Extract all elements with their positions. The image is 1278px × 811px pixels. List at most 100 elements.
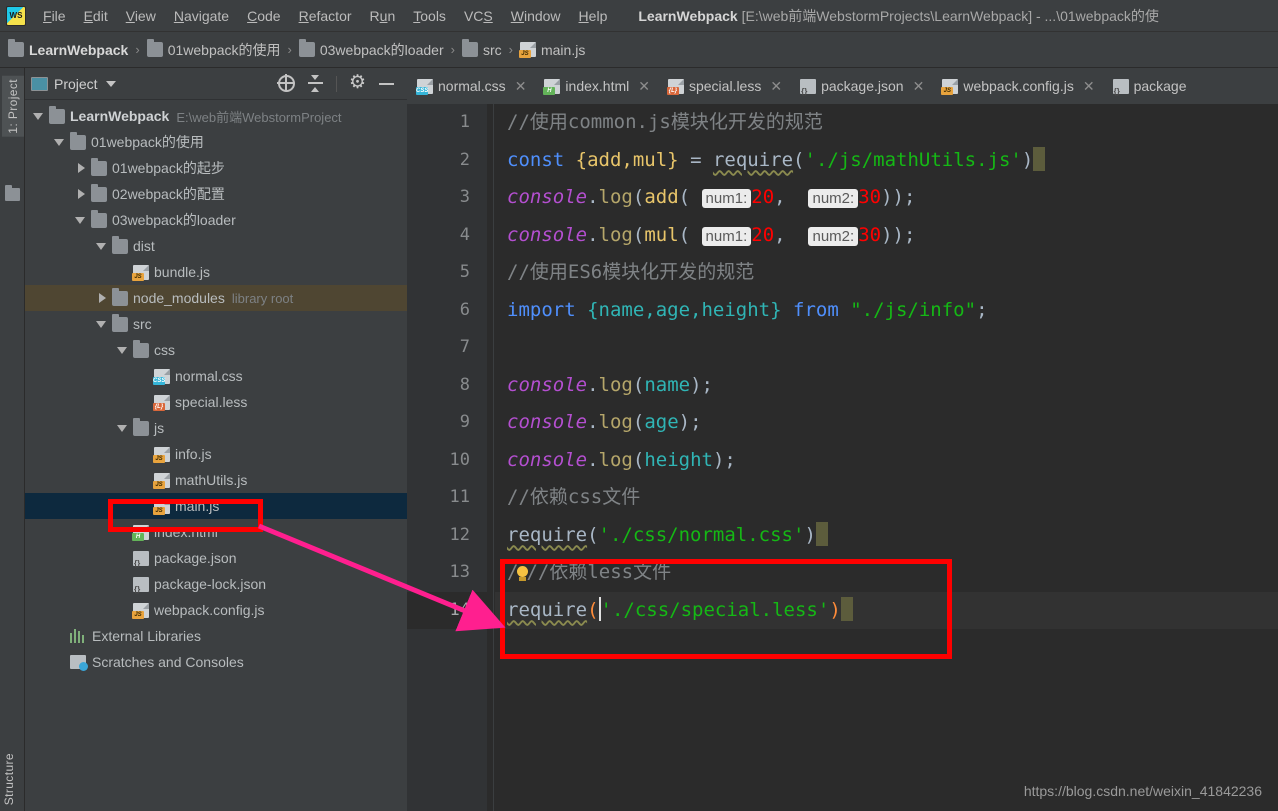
arg-value-20: 20: [751, 223, 775, 246]
breadcrumb-item-src[interactable]: src: [461, 39, 502, 58]
code-line-5[interactable]: //使用ES6模块化开发的规范: [495, 254, 1278, 292]
tree-item-css[interactable]: css: [25, 337, 407, 363]
arg-value-30: 30: [858, 186, 882, 208]
editor-tab-index.html[interactable]: Hindex.html ✕: [534, 68, 658, 104]
code-line-8[interactable]: console.log(name);: [495, 367, 1278, 405]
tree-item-Scratches and Consoles[interactable]: Scratches and Consoles: [25, 649, 407, 675]
tree-item-mathUtils.js[interactable]: JS mathUtils.js: [25, 467, 407, 493]
tree-item-main.js[interactable]: JS main.js: [25, 493, 407, 519]
line-number-4[interactable]: 4: [407, 217, 487, 255]
line-number-gutter: 1234567891011121314: [407, 104, 487, 811]
editor-tab-normal.css[interactable]: CSS normal.css ✕: [407, 68, 534, 104]
log-method: log: [598, 373, 633, 396]
tree-item-bundle.js[interactable]: JS bundle.js: [25, 259, 407, 285]
console-object: console: [507, 448, 588, 471]
menu-item-tools[interactable]: Tools: [404, 6, 455, 26]
tree-item-01webpack的起步[interactable]: 01webpack的起步: [25, 155, 407, 181]
tree-twisty-open[interactable]: [31, 108, 47, 124]
breadcrumb-item-LearnWebpack[interactable]: LearnWebpack: [8, 39, 128, 58]
tree-item-normal.css[interactable]: CSS normal.css: [25, 363, 407, 389]
code-line-1[interactable]: //使用common.js模块化开发的规范: [495, 104, 1278, 142]
tree-twisty-closed[interactable]: [73, 186, 89, 202]
tree-item-js[interactable]: js: [25, 415, 407, 441]
tree-item-node_modules[interactable]: node_modules library root: [25, 285, 407, 311]
menu-item-file[interactable]: File: [34, 6, 75, 26]
line-number-9[interactable]: 9: [407, 404, 487, 442]
code-line-7[interactable]: [495, 329, 1278, 367]
close-icon[interactable]: ✕: [515, 78, 527, 95]
breadcrumb-item-01webpack的使用[interactable]: 01webpack的使用: [146, 39, 281, 60]
line-number-2[interactable]: 2: [407, 142, 487, 180]
tree-twisty-closed[interactable]: [94, 290, 110, 306]
tree-item-01webpack的使用[interactable]: 01webpack的使用: [25, 129, 407, 155]
close-icon[interactable]: ✕: [913, 78, 925, 95]
code-line-13[interactable]: ///依赖less文件: [495, 554, 1278, 592]
menu-item-refactor[interactable]: Refactor: [290, 6, 361, 26]
line-number-5[interactable]: 5: [407, 254, 487, 292]
breadcrumb-item-03webpack的loader[interactable]: 03webpack的loader: [298, 39, 444, 60]
menu-item-edit[interactable]: Edit: [75, 6, 117, 26]
minimize-icon[interactable]: [378, 75, 395, 92]
line-number-3[interactable]: 3: [407, 179, 487, 217]
chevron-down-icon[interactable]: [105, 80, 116, 87]
tool-tab-project[interactable]: 1: Project: [2, 76, 24, 137]
js-file-icon: JS: [153, 446, 170, 463]
menu-item-navigate[interactable]: Navigate: [165, 6, 238, 26]
tree-item-label: LearnWebpack: [70, 108, 170, 124]
editor-tab-package.json[interactable]: package.json ✕: [790, 68, 932, 104]
tree-item-LearnWebpack[interactable]: LearnWebpack E:\web前端WebstormProject: [25, 103, 407, 129]
line-number-8[interactable]: 8: [407, 367, 487, 405]
settings-gear-icon[interactable]: [349, 71, 366, 94]
tree-item-03webpack的loader[interactable]: 03webpack的loader: [25, 207, 407, 233]
line-number-7[interactable]: 7: [407, 329, 487, 367]
breadcrumb-items: LearnWebpack › 01webpack的使用 › 03webpack的load…: [8, 39, 585, 60]
editor-tab-package[interactable]: package: [1103, 68, 1195, 104]
line-number-10[interactable]: 10: [407, 442, 487, 480]
tree-item-02webpack的配置[interactable]: 02webpack的配置: [25, 181, 407, 207]
tool-tab-structure[interactable]: Structure: [2, 753, 16, 805]
code-line-9[interactable]: console.log(age);: [495, 404, 1278, 442]
code-line-14[interactable]: require('./css/special.less'): [495, 591, 1278, 629]
code-line-2[interactable]: const {add,mul} = require('./js/mathUtil…: [495, 142, 1278, 180]
breadcrumb-item-main.js[interactable]: JS main.js: [518, 42, 585, 58]
menu-item-run[interactable]: Run: [361, 6, 405, 26]
menu-item-window[interactable]: Window: [502, 6, 570, 26]
tree-item-dist[interactable]: dist: [25, 233, 407, 259]
folder-icon: [91, 183, 107, 202]
tree-twisty-open[interactable]: [115, 342, 131, 358]
locate-icon[interactable]: [277, 74, 295, 92]
code-line-10[interactable]: console.log(height);: [495, 442, 1278, 480]
menu-item-code[interactable]: Code: [238, 6, 289, 26]
tree-item-label: 01webpack的起步: [112, 160, 225, 176]
tree-item-src[interactable]: src: [25, 311, 407, 337]
code-line-6[interactable]: import {name,age,height} from "./js/info…: [495, 292, 1278, 330]
line-number-1[interactable]: 1: [407, 104, 487, 142]
tree-twisty-open[interactable]: [115, 420, 131, 436]
tree-twisty-open[interactable]: [52, 134, 68, 150]
code-line-12[interactable]: require('./css/normal.css'): [495, 517, 1278, 555]
editor-tab-special.less[interactable]: {L} special.less ✕: [658, 68, 790, 104]
line-number-6[interactable]: 6: [407, 292, 487, 330]
menu-item-vcs[interactable]: VCS: [455, 6, 502, 26]
code-lines[interactable]: //使用common.js模块化开发的规范 const {add,mul} = …: [495, 104, 1278, 811]
tree-twisty-open[interactable]: [94, 238, 110, 254]
line-number-11[interactable]: 11: [407, 479, 487, 517]
menu-item-help[interactable]: Help: [570, 6, 617, 26]
console-object: console: [507, 411, 588, 433]
intention-bulb-icon[interactable]: [516, 566, 529, 581]
tree-twisty-closed[interactable]: [73, 160, 89, 176]
code-line-3[interactable]: console.log(add( num1: 20, num2: 30));: [495, 179, 1278, 217]
tree-item-info.js[interactable]: JS info.js: [25, 441, 407, 467]
editor-tab-webpack.config.js[interactable]: JS webpack.config.js ✕: [932, 68, 1102, 104]
menu-item-view[interactable]: View: [117, 6, 165, 26]
tree-item-special.less[interactable]: {L} special.less: [25, 389, 407, 415]
close-icon[interactable]: ✕: [638, 78, 650, 95]
code-editor[interactable]: 1234567891011121314 //使用common.js模块化开发的规…: [407, 104, 1278, 811]
tree-twisty-open[interactable]: [94, 316, 110, 332]
code-line-4[interactable]: console.log(mul( num1: 20, num2: 30));: [495, 217, 1278, 255]
code-line-11[interactable]: //依赖css文件: [495, 479, 1278, 517]
collapse-all-icon[interactable]: [307, 75, 324, 92]
close-icon[interactable]: ✕: [770, 78, 782, 95]
tree-twisty-open[interactable]: [73, 212, 89, 228]
close-icon[interactable]: ✕: [1083, 78, 1095, 95]
